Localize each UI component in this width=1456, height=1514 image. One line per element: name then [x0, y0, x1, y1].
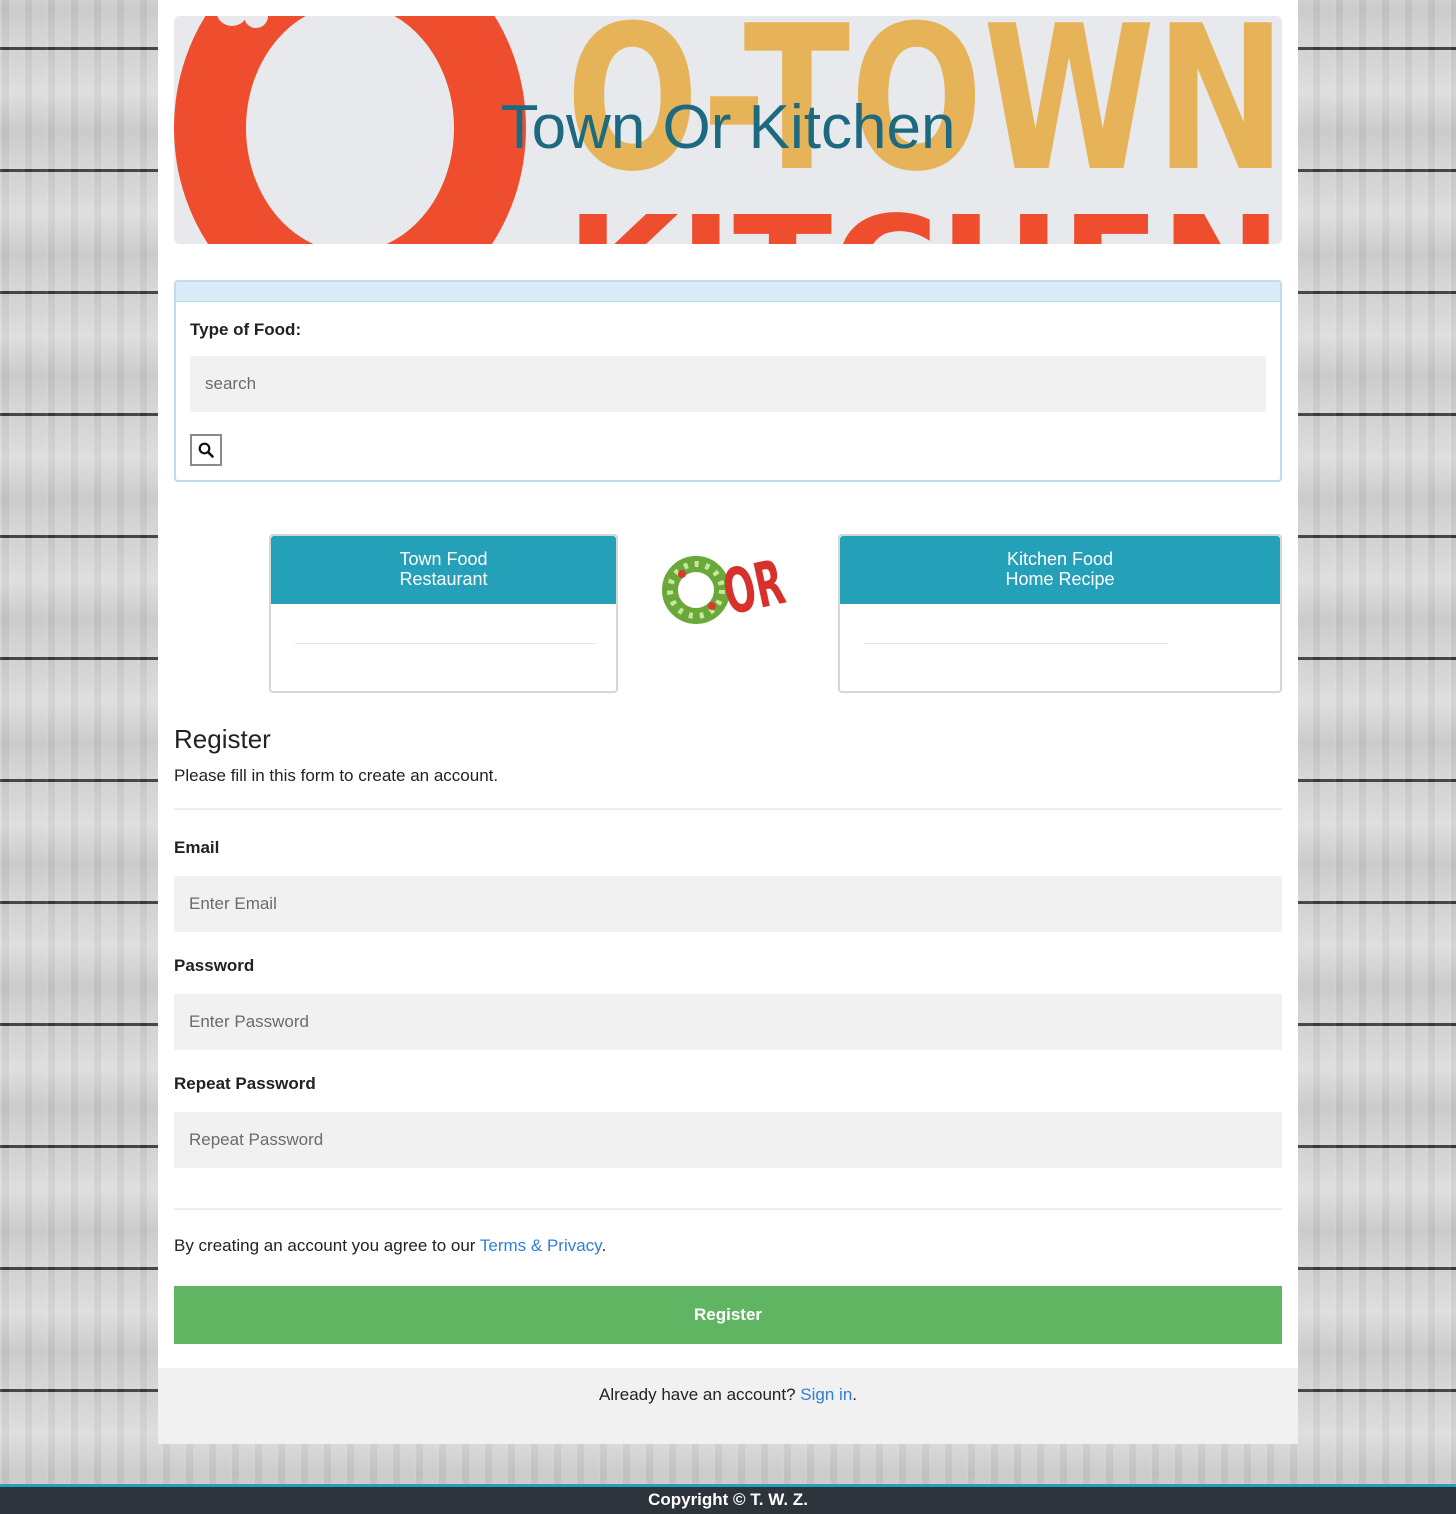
signin-prefix: Already have an account? [598, 1385, 801, 1404]
password-field[interactable] [174, 994, 1282, 1050]
divider [174, 1208, 1282, 1210]
search-button[interactable] [190, 434, 222, 466]
town-food-title: Town Food [399, 549, 488, 569]
register-subtitle: Please fill in this form to create an ac… [174, 766, 499, 785]
search-panel: Type of Food: [174, 280, 1282, 482]
card-divider [295, 643, 595, 644]
card-divider [864, 643, 1168, 644]
register-heading: Register [174, 724, 271, 754]
footer: Copyright © T. W. Z. [0, 1484, 1456, 1514]
copyright-text: Copyright © T. W. Z. [648, 1490, 808, 1509]
town-food-card-header[interactable]: Town Food Restaurant [271, 536, 616, 604]
terms-suffix: . [601, 1236, 607, 1255]
header-banner: O-TOWN KITCHEN Town Or Kitchen [174, 16, 1282, 244]
main-container: O-TOWN KITCHEN Town Or Kitchen Type of F… [158, 0, 1298, 1444]
kitchen-food-card[interactable]: Kitchen Food Home Recipe [838, 534, 1282, 693]
password-label: Password [174, 956, 255, 975]
terms-prefix: By creating an account you agree to our [174, 1236, 480, 1255]
or-logo-text: OR [717, 545, 788, 629]
page-title: Town Or Kitchen [500, 93, 956, 162]
signin-box: Already have an account? Sign in. [158, 1368, 1298, 1444]
restaurant-subtitle: Restaurant [399, 569, 488, 589]
logo-text-bottom: KITCHEN [566, 187, 1282, 244]
email-field[interactable] [174, 876, 1282, 932]
search-icon [198, 442, 214, 458]
search-label: Type of Food: [190, 320, 302, 339]
home-recipe-subtitle: Home Recipe [1005, 569, 1115, 589]
terms-text: By creating an account you agree to our … [174, 1236, 606, 1256]
divider [174, 808, 1282, 810]
register-button[interactable]: Register [174, 1286, 1282, 1344]
signin-suffix: . [852, 1385, 858, 1404]
kitchen-food-title: Kitchen Food [1006, 549, 1114, 569]
repeat-password-label: Repeat Password [174, 1074, 316, 1093]
sign-in-link[interactable]: Sign in [800, 1385, 852, 1404]
kitchen-food-card-header[interactable]: Kitchen Food Home Recipe [840, 536, 1280, 604]
search-input[interactable] [190, 356, 1266, 412]
town-food-card[interactable]: Town Food Restaurant [269, 534, 618, 693]
panel-header [176, 282, 1280, 302]
email-label: Email [174, 838, 220, 857]
terms-privacy-link[interactable]: Terms & Privacy [480, 1236, 602, 1255]
repeat-password-field[interactable] [174, 1112, 1282, 1168]
or-logo: OR [662, 545, 788, 629]
